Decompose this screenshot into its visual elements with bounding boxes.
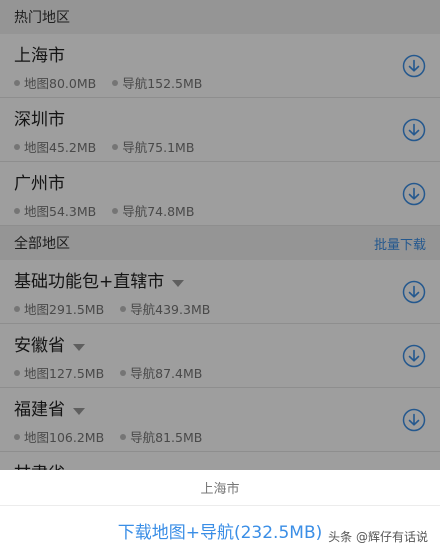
region-row-shenzhen[interactable]: 深圳市 地图45.2MB 导航75.1MB <box>0 98 440 162</box>
region-name: 广州市 <box>14 174 65 194</box>
map-size: 地图45.2MB <box>24 140 97 155</box>
hot-region-title: 热门地区 <box>14 10 70 26</box>
map-size: 地图127.5MB <box>24 366 105 381</box>
download-action-sheet: 上海市 下载地图+导航(232.5MB) 头条 @辉仔有话说 <box>0 470 440 554</box>
sheet-title: 上海市 <box>0 470 440 506</box>
region-row-anhui[interactable]: 安徽省 地图127.5MB 导航87.4MB <box>0 324 440 388</box>
map-size: 地图106.2MB <box>24 430 105 445</box>
region-row-fujian[interactable]: 福建省 地图106.2MB 导航81.5MB <box>0 388 440 452</box>
region-sizes: 地图127.5MB 导航87.4MB <box>14 363 426 382</box>
bullet-icon <box>112 143 119 150</box>
region-name: 上海市 <box>14 46 65 66</box>
bullet-icon <box>14 79 20 86</box>
hot-region-header: 热门地区 <box>0 0 440 34</box>
download-icon[interactable] <box>402 54 426 78</box>
region-row-guangzhou[interactable]: 广州市 地图54.3MB 导航74.8MB <box>0 162 440 226</box>
region-name: 安徽省 <box>14 334 426 358</box>
bullet-icon <box>120 433 127 440</box>
bullet-icon <box>120 369 127 376</box>
region-sizes: 地图291.5MB 导航439.3MB <box>14 299 426 318</box>
nav-size: 导航74.8MB <box>122 204 195 219</box>
map-size: 地图80.0MB <box>24 76 97 91</box>
download-icon[interactable] <box>402 344 426 368</box>
all-region-title: 全部地区 <box>14 236 70 252</box>
all-region-header: 全部地区 批量下载 <box>0 226 440 260</box>
region-sizes: 地图45.2MB 导航75.1MB <box>14 137 426 156</box>
offline-map-screen: 热门地区 上海市 地图80.0MB 导航152.5MB 深圳市 地图45.2MB… <box>0 0 440 554</box>
download-icon[interactable] <box>402 182 426 206</box>
nav-size: 导航439.3MB <box>130 302 211 317</box>
region-row-shanghai[interactable]: 上海市 地图80.0MB 导航152.5MB <box>0 34 440 98</box>
bullet-icon <box>14 143 20 150</box>
region-name: 基础功能包+直辖市 <box>14 270 426 294</box>
download-icon[interactable] <box>402 408 426 432</box>
nav-size: 导航81.5MB <box>130 430 203 445</box>
batch-download-button[interactable]: 批量下载 <box>374 234 426 253</box>
download-icon[interactable] <box>402 118 426 142</box>
caret-down-icon[interactable] <box>73 407 85 415</box>
map-size: 地图54.3MB <box>24 204 97 219</box>
bullet-icon <box>120 305 127 312</box>
watermark: 头条 @辉仔有话说 <box>324 527 432 546</box>
bullet-icon <box>14 207 20 214</box>
bullet-icon <box>112 79 119 86</box>
map-size: 地图291.5MB <box>24 302 105 317</box>
region-sizes: 地图106.2MB 导航81.5MB <box>14 427 426 446</box>
download-icon[interactable] <box>402 280 426 304</box>
region-row-basic-package[interactable]: 基础功能包+直辖市 地图291.5MB 导航439.3MB <box>0 260 440 324</box>
bullet-icon <box>112 207 119 214</box>
bullet-icon <box>14 433 20 440</box>
region-sizes: 地图54.3MB 导航74.8MB <box>14 201 426 220</box>
nav-size: 导航87.4MB <box>130 366 203 381</box>
nav-size: 导航152.5MB <box>122 76 203 91</box>
region-sizes: 地图80.0MB 导航152.5MB <box>14 73 426 92</box>
region-name: 福建省 <box>14 398 426 422</box>
region-name: 深圳市 <box>14 110 65 130</box>
bullet-icon <box>14 305 20 312</box>
bullet-icon <box>14 369 20 376</box>
caret-down-icon[interactable] <box>73 343 85 351</box>
nav-size: 导航75.1MB <box>122 140 195 155</box>
caret-down-icon[interactable] <box>172 279 185 287</box>
